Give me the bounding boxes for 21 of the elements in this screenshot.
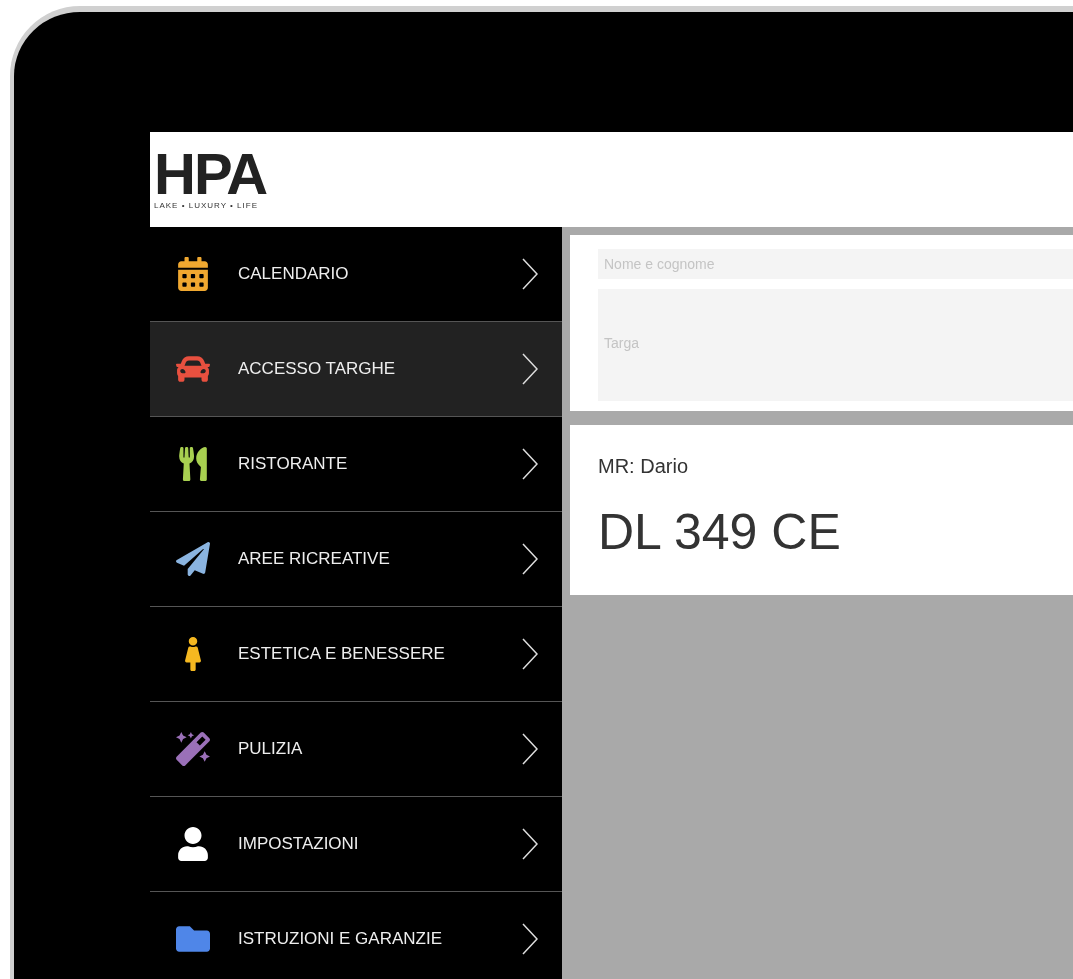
menu-label: ISTRUZIONI E GARANZIE — [238, 928, 444, 951]
logo-text: HPA — [154, 147, 267, 200]
chevron-icon — [522, 258, 538, 290]
chevron-icon — [522, 448, 538, 480]
menu-label: RISTORANTE — [238, 453, 349, 476]
menu-label: AREE RICREATIVE — [238, 548, 391, 571]
menu-label: CALENDARIO — [238, 263, 350, 286]
chevron-icon — [522, 733, 538, 765]
menu-label: ESTETICA E BENESSERE — [238, 643, 446, 666]
menu-label: ACCESSO TARGHE — [238, 358, 397, 381]
chevron-icon — [522, 828, 538, 860]
chevron-icon — [522, 923, 538, 955]
chevron-icon — [522, 353, 538, 385]
chevron-icon — [522, 543, 538, 575]
menu-item[interactable]: ACCESSO TARGHE — [150, 322, 562, 417]
logo-tagline: LAKE • LUXURY • LIFE — [154, 199, 258, 212]
license-plate: DL 349 CE — [598, 503, 841, 562]
chevron-icon — [522, 638, 538, 670]
menu-label: PULIZIA — [238, 738, 304, 761]
menu-label: IMPOSTAZIONI — [238, 833, 360, 856]
owner-name: MR: Dario — [598, 454, 688, 479]
